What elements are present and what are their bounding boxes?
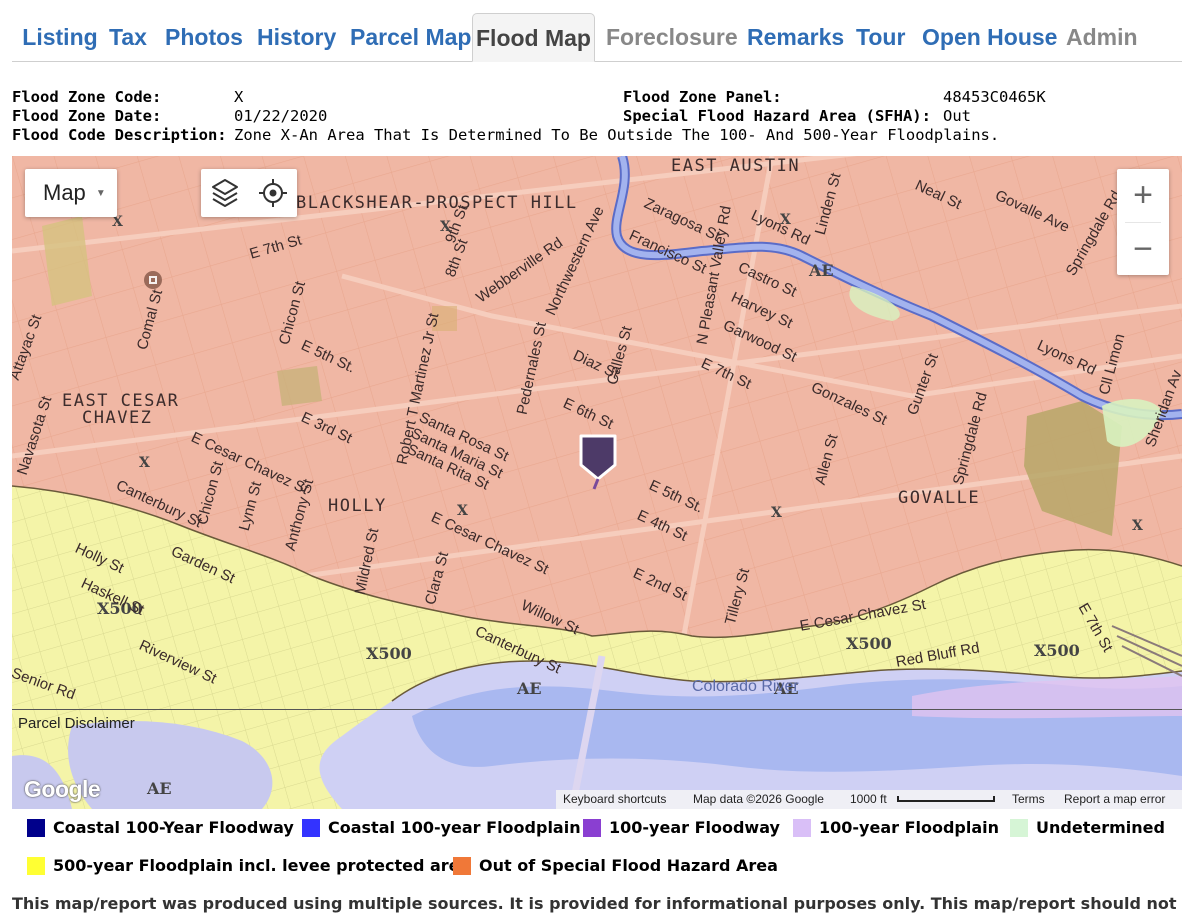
tab-flood-map[interactable]: Flood Map [472, 13, 595, 62]
legend-label: 100-year Floodplain [819, 818, 1000, 837]
tab-open-house[interactable]: Open House [922, 13, 1057, 61]
crosshair-icon[interactable] [249, 169, 297, 217]
tab-parcel-map[interactable]: Parcel Map [350, 13, 471, 61]
keyboard-shortcuts-link[interactable]: Keyboard shortcuts [563, 790, 666, 809]
zone-label: X [1132, 518, 1143, 534]
flood-code-description-label: Flood Code Description: [12, 126, 227, 144]
map-tools [201, 169, 297, 217]
parcel-disclaimer-link[interactable]: Parcel Disclaimer [18, 715, 135, 732]
legend-swatch [1010, 819, 1028, 837]
area-east-austin: EAST AUSTIN [671, 156, 801, 176]
legend-label: Out of Special Flood Hazard Area [479, 856, 778, 875]
legend-label: 100-year Floodway [609, 818, 780, 837]
property-marker-icon[interactable] [578, 433, 618, 491]
flood-zone-code-value: X [234, 88, 244, 106]
tab-remarks[interactable]: Remarks [747, 13, 844, 61]
tab-foreclosure[interactable]: Foreclosure [606, 13, 738, 61]
disclaimer-divider [12, 709, 1182, 710]
flood-zone-code-label: Flood Zone Code: [12, 88, 162, 106]
scale-bar [897, 796, 995, 802]
flood-info: Flood Zone Code: X Flood Zone Date: 01/2… [12, 88, 1182, 148]
tab-listing[interactable]: Listing [21, 13, 99, 61]
zone-label: X500 [1034, 641, 1080, 660]
zone-label: X [139, 455, 150, 471]
layers-icon[interactable] [201, 169, 249, 217]
area-chavez: CHAVEZ [82, 408, 153, 428]
google-logo: Google [24, 776, 101, 802]
zone-label: X500 [366, 644, 412, 663]
map-data-text: Map data ©2026 Google [693, 792, 824, 806]
flood-zone-panel-label: Flood Zone Panel: [623, 88, 782, 106]
area-govalle: GOVALLE [898, 488, 981, 508]
legend-label: Coastal 100-year Floodplain [328, 818, 581, 837]
legend-swatch [793, 819, 811, 837]
legend-label: Coastal 100-Year Floodway [53, 818, 294, 837]
legend-swatch [27, 857, 45, 875]
flood-map[interactable]: EAST AUSTIN BLACKSHEAR-PROSPECT HILL EAS… [12, 156, 1182, 809]
flood-zone-panel-value: 48453C0465K [943, 88, 1046, 106]
tab-tour[interactable]: Tour [856, 13, 905, 61]
legend-label: Undetermined [1036, 818, 1165, 837]
zone-label: X [457, 503, 468, 519]
legend-swatch [27, 819, 45, 837]
flood-zone-date-value: 01/22/2020 [234, 107, 328, 125]
tab-tax[interactable]: Tax [109, 13, 147, 61]
legend-swatch [302, 819, 320, 837]
tab-admin[interactable]: Admin [1066, 13, 1138, 61]
report-map-error-link[interactable]: Report a map error [1064, 790, 1165, 809]
sfha-value: Out [943, 107, 971, 125]
disclaimer-footnote: This map/report was produced using multi… [12, 894, 1182, 913]
zoom-out-button[interactable]: − [1117, 223, 1169, 275]
legend-label: 500-year Floodplain incl. levee protecte… [53, 856, 471, 875]
zone-label: AE [809, 261, 834, 280]
map-type-label: Map [43, 180, 86, 205]
scale-label[interactable]: 1000 ft [850, 790, 887, 809]
flood-zone-date-label: Flood Zone Date: [12, 107, 162, 125]
legend-swatch [583, 819, 601, 837]
sfha-label: Special Flood Hazard Area (SFHA): [623, 107, 931, 125]
map-attribution-bar: Keyboard shortcuts Map data ©2026 Google… [556, 790, 1182, 809]
map-type-button[interactable]: Map ▼ [25, 169, 117, 217]
zone-label: AE [517, 679, 542, 698]
area-blackshear-prospect-hill: BLACKSHEAR-PROSPECT HILL [296, 193, 578, 213]
zone-label: X500 [846, 634, 892, 653]
legend-swatch [453, 857, 471, 875]
tab-bar: Listing Tax Photos History Parcel Map Fl… [12, 13, 1182, 62]
zoom-in-button[interactable]: + [1117, 169, 1169, 221]
zone-label: X [771, 505, 782, 521]
river-label: Colorado River [692, 678, 799, 695]
terms-link[interactable]: Terms [1012, 790, 1045, 809]
zone-label: AE [147, 779, 172, 798]
area-holly: HOLLY [328, 496, 387, 516]
chevron-down-icon: ▼ [95, 188, 106, 200]
flood-code-description-value: Zone X-An Area That Is Determined To Be … [234, 126, 1000, 144]
poi-icon[interactable] [143, 270, 163, 290]
zoom-control: + − [1117, 169, 1169, 275]
tab-photos[interactable]: Photos [165, 13, 243, 61]
tab-history[interactable]: History [257, 13, 336, 61]
